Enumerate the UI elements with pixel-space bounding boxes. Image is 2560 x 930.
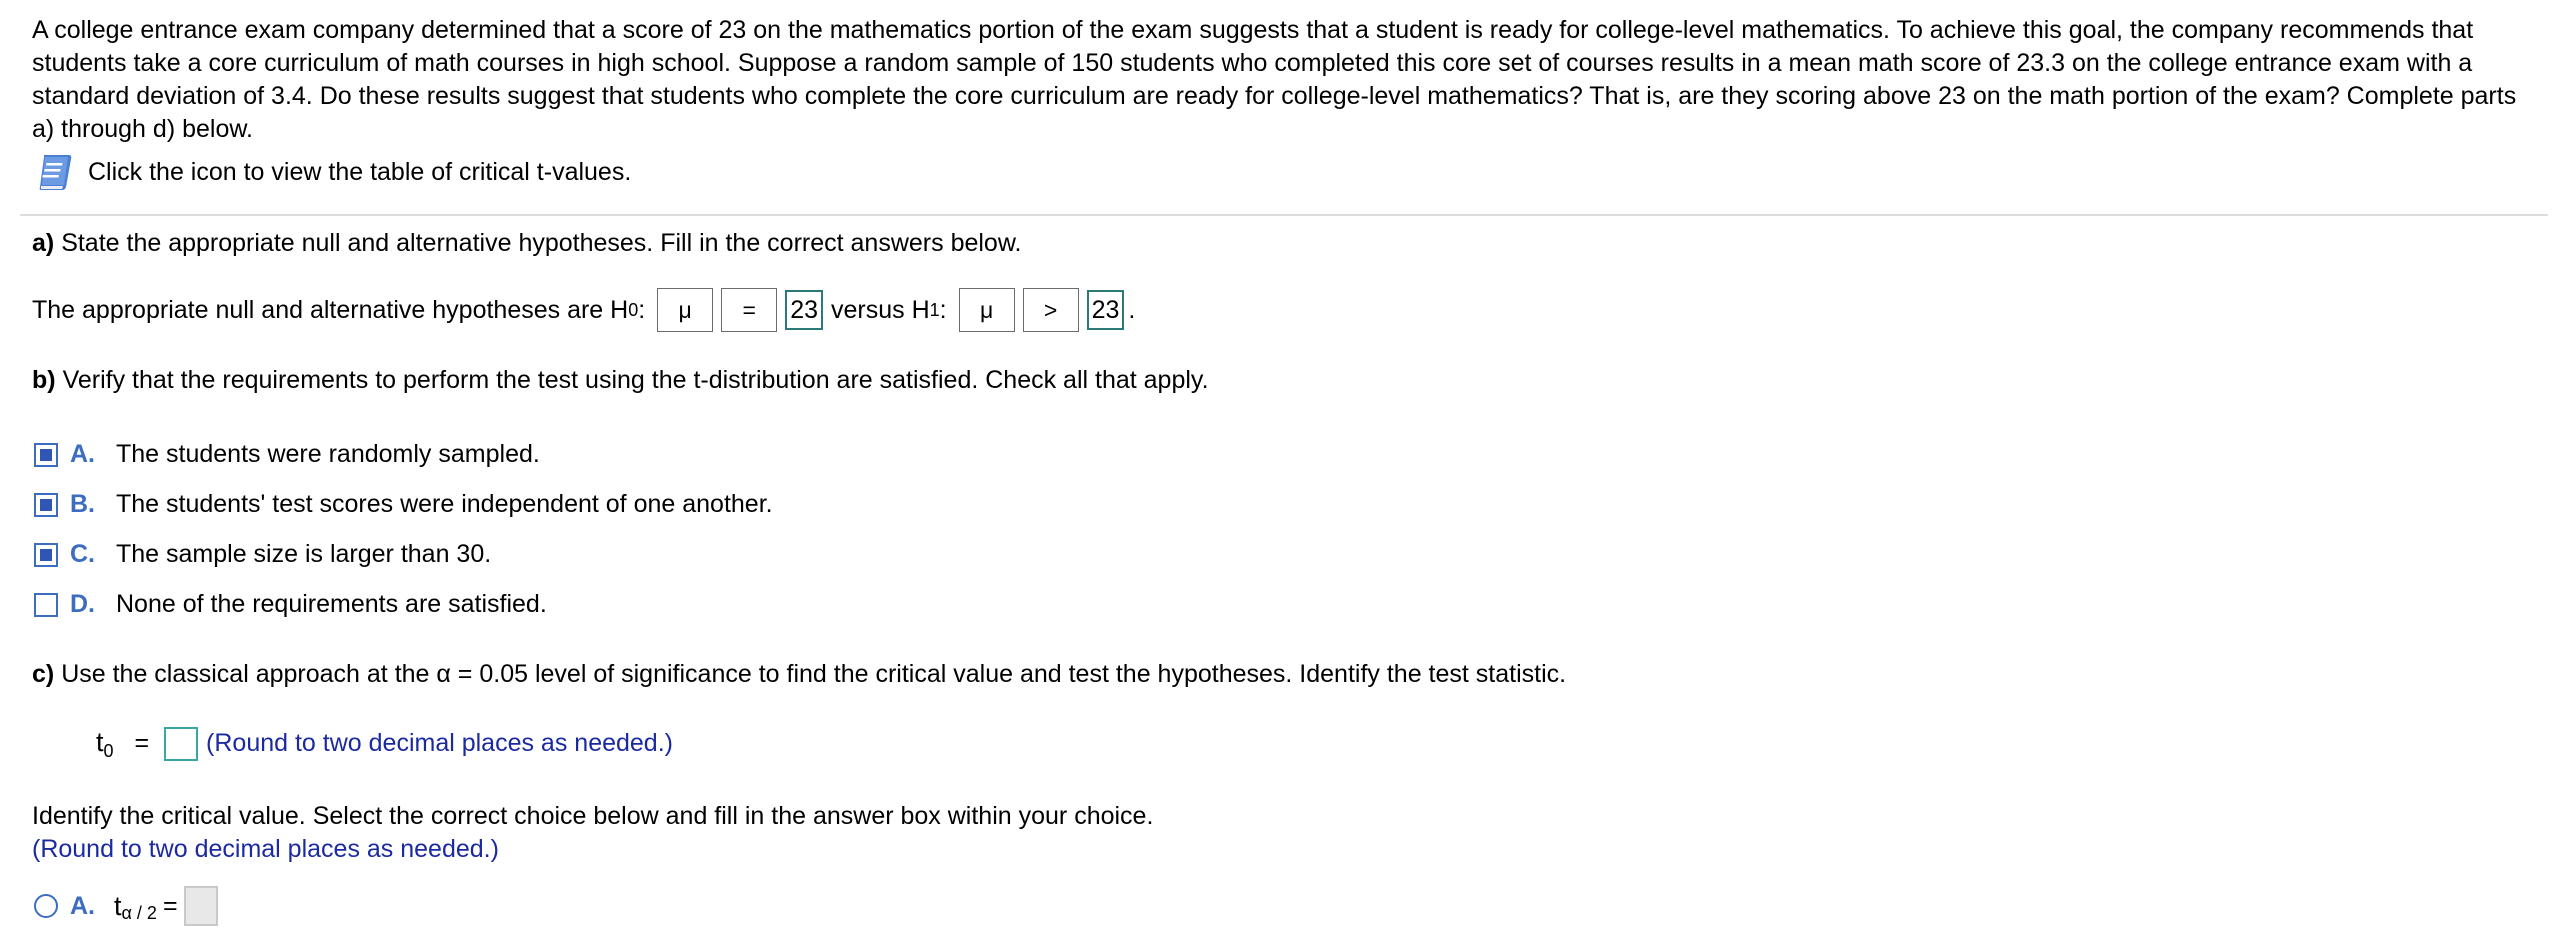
h0-parameter-select[interactable]: μ [657, 288, 714, 332]
h0-subscript: 0 [628, 299, 639, 320]
option-c[interactable]: C. The sample size is larger than 30. [34, 540, 491, 569]
hypotheses-period: . [1128, 295, 1136, 324]
critical-choice-a[interactable]: A. tα / 2 = [34, 886, 218, 926]
part-b-prompt: b) Verify that the requirements to perfo… [32, 366, 1209, 395]
option-b[interactable]: B. The students' test scores were indepe… [34, 490, 773, 519]
page: A college entrance exam company determin… [0, 0, 2560, 930]
h1-value-input[interactable]: 23 [1086, 290, 1125, 330]
choice-a-letter: A. [70, 891, 95, 920]
option-a[interactable]: A. The students were randomly sampled. [34, 440, 540, 469]
critical-values-link-row[interactable]: Click the icon to view the table of crit… [36, 152, 631, 192]
option-a-letter: A. [70, 440, 95, 468]
option-b-text: The students' test scores were independe… [116, 490, 773, 518]
part-a-label: a) [32, 229, 55, 257]
part-c-prompt: c) Use the classical approach at the α =… [32, 660, 1566, 689]
hypotheses-prefix: The appropriate null and alternative hyp… [32, 295, 629, 324]
part-c-prompt-pre: Use the classical approach at the [61, 660, 430, 688]
part-b-label: b) [32, 366, 56, 394]
h0-value-input[interactable]: 23 [785, 290, 823, 330]
option-d-checkbox[interactable] [34, 592, 58, 617]
option-d-letter: D. [70, 590, 95, 618]
book-icon[interactable] [36, 152, 76, 192]
alpha-expression: α = 0.05 [436, 660, 529, 688]
option-c-letter: C. [70, 540, 95, 568]
h1-parameter-select[interactable]: μ [958, 288, 1015, 332]
h0-colon: : [638, 295, 646, 324]
test-statistic-input[interactable] [164, 727, 199, 762]
critical-value-round-note: (Round to two decimal places as needed.) [32, 835, 499, 863]
part-a-prompt: a) State the appropriate null and altern… [32, 229, 1021, 258]
option-a-checkbox[interactable] [34, 442, 58, 467]
part-c-prompt-post: level of significance to find the critic… [534, 660, 1567, 688]
critical-values-link-text[interactable]: Click the icon to view the table of crit… [88, 158, 631, 187]
problem-statement: A college entrance exam company determin… [32, 16, 2517, 143]
checkbox-fill-icon [40, 548, 52, 561]
option-b-checkbox[interactable] [34, 492, 58, 517]
part-c-label: c) [32, 660, 55, 688]
h1-colon: : [939, 295, 947, 324]
part-b-prompt-text: Verify that the requirements to perform … [62, 366, 1209, 394]
choice-a-equals: = [162, 891, 178, 920]
test-statistic-row: t0 = (Round to two decimal places as nee… [96, 727, 673, 762]
t0-round-note: (Round to two decimal places as needed.) [206, 729, 673, 757]
h0-operator-select[interactable]: = [721, 288, 778, 332]
option-b-letter: B. [70, 490, 95, 518]
option-d-text: None of the requirements are satisfied. [116, 590, 547, 618]
choice-a-input[interactable] [183, 886, 218, 926]
option-c-text: The sample size is larger than 30. [116, 540, 492, 568]
h1-operator-select[interactable]: > [1022, 288, 1079, 332]
choice-a-symbol: t [114, 890, 122, 921]
critical-value-prompt: Identify the critical value. Select the … [32, 802, 1154, 830]
choice-a-subscript: α / 2 [121, 902, 157, 923]
checkbox-fill-icon [40, 498, 52, 511]
choice-a-radio[interactable] [34, 894, 58, 918]
option-a-text: The students were randomly sampled. [116, 440, 540, 468]
t0-symbol: t [96, 727, 104, 757]
option-c-checkbox[interactable] [34, 542, 58, 567]
option-d[interactable]: D. None of the requirements are satisfie… [34, 590, 547, 619]
versus-text: versus H [831, 295, 930, 324]
t0-subscript: 0 [103, 741, 114, 761]
checkbox-fill-icon [40, 448, 52, 461]
t0-equals: = [134, 729, 150, 757]
h1-subscript: 1 [929, 299, 940, 320]
part-a-prompt-text: State the appropriate null and alternati… [61, 229, 1022, 257]
divider [20, 214, 2548, 216]
hypotheses-row: The appropriate null and alternative hyp… [32, 288, 1135, 332]
